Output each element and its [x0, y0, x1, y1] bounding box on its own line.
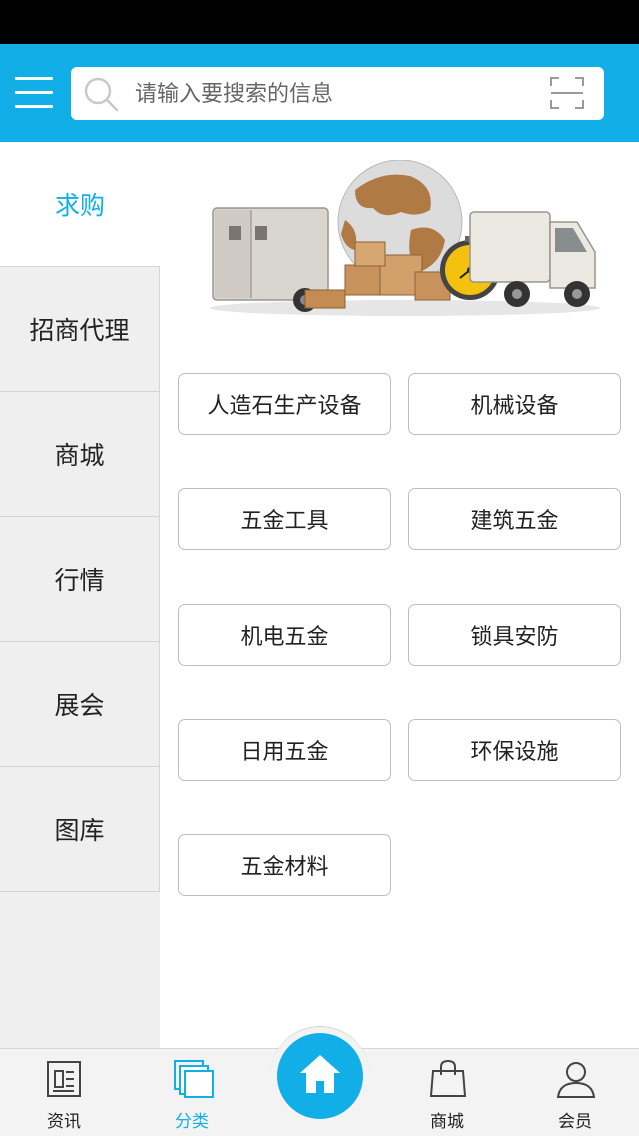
layers-icon — [174, 1060, 214, 1098]
sidebar-item-franchise[interactable]: 招商代理 — [0, 267, 160, 392]
tab-mall-label: 商城 — [430, 1112, 464, 1132]
menu-icon — [15, 77, 53, 80]
status-bar — [0, 0, 639, 44]
tab-member[interactable]: 会员 — [520, 1049, 630, 1137]
category-button[interactable]: 建筑五金 — [408, 488, 621, 550]
tab-categories-label: 分类 — [175, 1112, 209, 1132]
category-button[interactable]: 五金工具 — [178, 488, 391, 550]
menu-button[interactable] — [15, 75, 53, 109]
search-input[interactable] — [135, 75, 535, 113]
scan-icon[interactable] — [550, 77, 584, 109]
category-button[interactable]: 五金材料 — [178, 834, 391, 896]
tab-news-label: 资讯 — [47, 1112, 81, 1132]
sidebar-item-market[interactable]: 行情 — [0, 517, 160, 642]
top-bar — [0, 44, 639, 142]
category-button[interactable]: 机电五金 — [178, 604, 391, 666]
search-icon — [84, 77, 119, 112]
sidebar-item-mall[interactable]: 商城 — [0, 392, 160, 517]
tab-mall[interactable]: 商城 — [392, 1049, 502, 1137]
category-button[interactable]: 环保设施 — [408, 719, 621, 781]
tab-member-label: 会员 — [558, 1112, 592, 1132]
category-button[interactable]: 机械设备 — [408, 373, 621, 435]
tab-categories[interactable]: 分类 — [137, 1049, 247, 1137]
category-button[interactable]: 人造石生产设备 — [178, 373, 391, 435]
tab-news[interactable]: 资讯 — [9, 1049, 119, 1137]
shopping-bag-icon — [429, 1059, 467, 1097]
home-icon — [300, 1055, 340, 1093]
user-icon — [556, 1062, 596, 1098]
logistics-banner — [210, 160, 600, 316]
sidebar-item-gallery[interactable]: 图库 — [0, 767, 160, 892]
sidebar-item-purchase[interactable]: 求购 — [0, 142, 160, 267]
sidebar-item-expo[interactable]: 展会 — [0, 642, 160, 767]
category-button[interactable]: 锁具安防 — [408, 604, 621, 666]
home-button[interactable] — [277, 1033, 363, 1119]
newspaper-icon — [47, 1061, 81, 1097]
category-button[interactable]: 日用五金 — [178, 719, 391, 781]
search-bar[interactable] — [71, 67, 604, 120]
category-sidebar: 求购 招商代理 商城 行情 展会 图库 — [0, 142, 160, 1048]
